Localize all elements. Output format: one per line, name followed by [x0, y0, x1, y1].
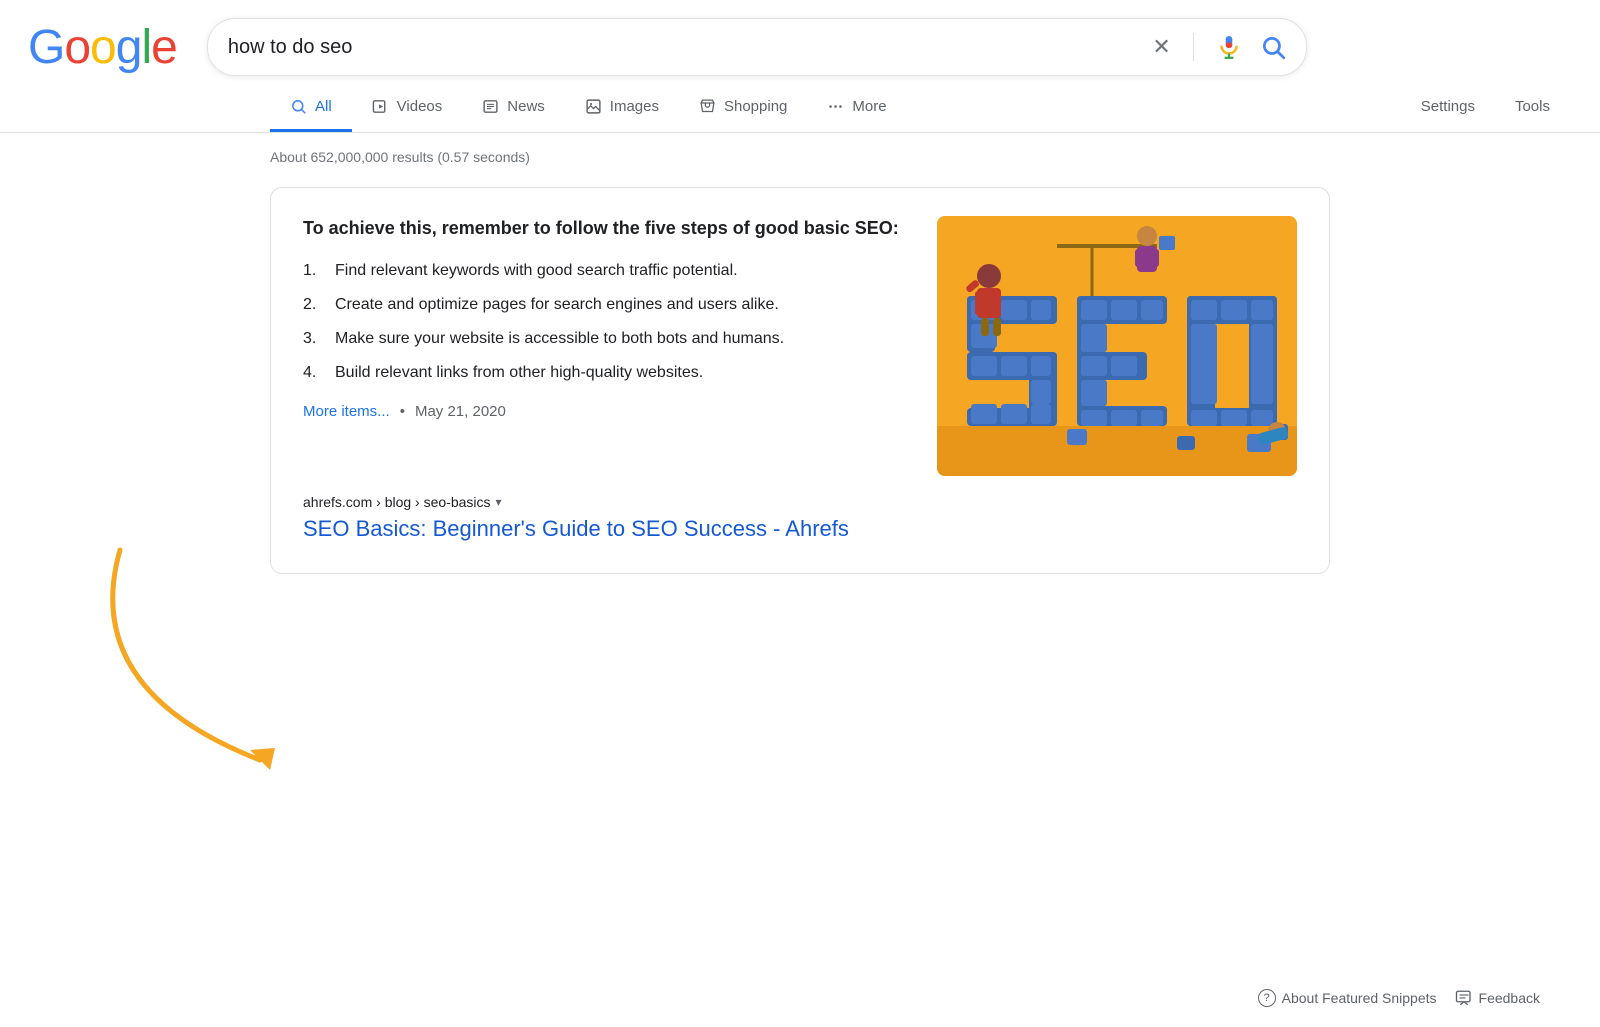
tools-label: Tools	[1515, 98, 1550, 115]
snippet-text-area: To achieve this, remember to follow the …	[303, 216, 905, 420]
search-icons: ✕	[1152, 33, 1285, 61]
images-icon	[585, 98, 602, 115]
list-num-1: 1.	[303, 259, 325, 283]
tab-images[interactable]: Images	[565, 86, 679, 132]
logo-o1: o	[64, 20, 90, 75]
search-icon	[1260, 34, 1286, 60]
all-search-icon	[290, 98, 307, 115]
nav-tabs: All Videos News I	[0, 76, 1600, 133]
logo-g2: g	[116, 20, 142, 75]
seo-illustration-svg	[937, 216, 1297, 476]
footer-date: May 21, 2020	[415, 403, 506, 420]
search-input[interactable]	[228, 36, 1153, 59]
search-button[interactable]	[1260, 34, 1286, 60]
list-text-2: Create and optimize pages for search eng…	[335, 293, 779, 317]
tab-news-label: News	[507, 98, 545, 115]
about-snippets-label: About Featured Snippets	[1282, 990, 1437, 1006]
settings-link[interactable]: Settings	[1401, 86, 1495, 132]
tab-videos[interactable]: Videos	[352, 86, 463, 132]
list-text-4: Build relevant links from other high-qua…	[335, 361, 703, 385]
snippet-footer: More items... • May 21, 2020	[303, 403, 905, 420]
header: Google ✕	[0, 0, 1600, 76]
logo-g: G	[28, 20, 64, 75]
more-dots-icon	[827, 98, 844, 115]
google-logo: Google	[28, 20, 177, 75]
list-item: 4. Build relevant links from other high-…	[303, 361, 905, 385]
tab-images-label: Images	[610, 98, 659, 115]
tab-videos-label: Videos	[397, 98, 443, 115]
list-num-2: 2.	[303, 293, 325, 317]
footer-dot: •	[400, 403, 405, 420]
list-item: 2. Create and optimize pages for search …	[303, 293, 905, 317]
list-item: 3. Make sure your website is accessible …	[303, 327, 905, 351]
tab-news[interactable]: News	[462, 86, 565, 132]
snippet-title: To achieve this, remember to follow the …	[303, 216, 905, 241]
divider	[1193, 33, 1194, 61]
search-bar: ✕	[207, 18, 1307, 76]
snippet-list: 1. Find relevant keywords with good sear…	[303, 259, 905, 385]
tab-shopping[interactable]: Shopping	[679, 86, 807, 132]
logo-e: e	[151, 20, 177, 75]
seo-illustration-container	[937, 216, 1297, 476]
feedback-label: Feedback	[1479, 990, 1540, 1006]
settings-tools: Settings Tools	[1401, 86, 1600, 132]
logo-l: l	[141, 20, 151, 75]
list-num-3: 3.	[303, 327, 325, 351]
videos-icon	[372, 98, 389, 115]
tab-all-label: All	[315, 98, 332, 115]
settings-label: Settings	[1421, 98, 1475, 115]
list-num-4: 4.	[303, 361, 325, 385]
featured-snippet-card: To achieve this, remember to follow the …	[270, 187, 1330, 574]
tab-all[interactable]: All	[270, 86, 352, 132]
logo-o2: o	[90, 20, 116, 75]
microphone-icon	[1216, 34, 1242, 60]
news-icon	[482, 98, 499, 115]
feedback-link[interactable]: Feedback	[1455, 989, 1540, 1007]
feedback-icon	[1455, 989, 1473, 1007]
snippet-inner: To achieve this, remember to follow the …	[303, 216, 1297, 476]
microphone-button[interactable]	[1216, 34, 1242, 60]
source-breadcrumb: ahrefs.com › blog › seo-basics ▾	[303, 494, 1297, 510]
tab-more[interactable]: More	[807, 86, 906, 132]
tools-link[interactable]: Tools	[1495, 86, 1570, 132]
result-title-link[interactable]: SEO Basics: Beginner's Guide to SEO Succ…	[303, 514, 1297, 545]
clear-button[interactable]: ✕	[1152, 34, 1170, 60]
source-row: ahrefs.com › blog › seo-basics ▾ SEO Bas…	[303, 494, 1297, 545]
page-footer: ? About Featured Snippets Feedback	[1258, 989, 1540, 1007]
info-icon: ?	[1258, 989, 1276, 1007]
list-text-1: Find relevant keywords with good search …	[335, 259, 738, 283]
close-icon: ✕	[1152, 34, 1170, 60]
tab-shopping-label: Shopping	[724, 98, 787, 115]
shopping-icon	[699, 98, 716, 115]
list-item: 1. Find relevant keywords with good sear…	[303, 259, 905, 283]
breadcrumb-text: ahrefs.com › blog › seo-basics	[303, 494, 491, 510]
list-text-3: Make sure your website is accessible to …	[335, 327, 784, 351]
more-items-link[interactable]: More items...	[303, 403, 390, 420]
tab-more-label: More	[852, 98, 886, 115]
about-snippets-link[interactable]: ? About Featured Snippets	[1258, 989, 1437, 1007]
results-count: About 652,000,000 results (0.57 seconds)	[270, 149, 1600, 165]
dropdown-arrow-icon[interactable]: ▾	[496, 495, 502, 509]
results-area: About 652,000,000 results (0.57 seconds)…	[0, 133, 1600, 574]
